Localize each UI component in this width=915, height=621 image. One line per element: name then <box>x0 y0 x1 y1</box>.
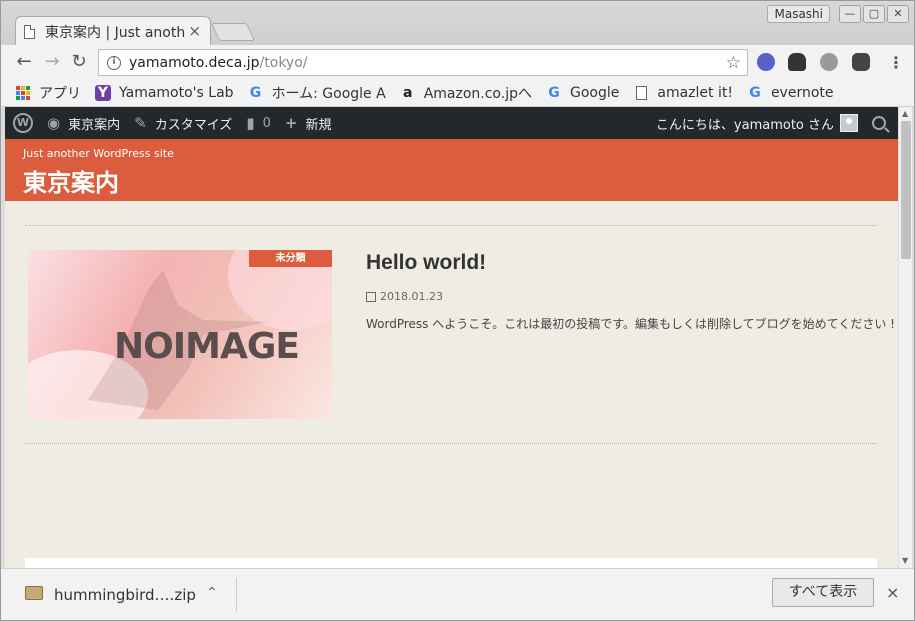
close-icon[interactable]: × <box>886 583 899 602</box>
show-all-button[interactable]: すべて表示 <box>772 578 874 607</box>
extension-dots-icon[interactable] <box>820 53 838 71</box>
y-icon: Y <box>95 84 111 101</box>
extension-globe-icon[interactable] <box>757 53 775 71</box>
divider <box>25 225 877 226</box>
post-thumbnail[interactable]: NOIMAGE <box>28 250 332 419</box>
tab-close-icon[interactable]: × <box>188 22 201 40</box>
apps-grid-icon <box>15 85 31 101</box>
scroll-down-icon[interactable]: ▼ <box>902 556 908 565</box>
brush-icon: ✎ <box>134 114 147 132</box>
dashboard-icon: ◉ <box>47 114 61 132</box>
zip-file-icon <box>25 586 43 600</box>
maximize-button[interactable]: ▢ <box>863 5 885 23</box>
bookmark-label: evernote <box>770 84 834 101</box>
scroll-thumb[interactable] <box>901 121 911 259</box>
evernote-extension-icon[interactable] <box>852 53 870 71</box>
bookmark-label: Amazon.co.jpへ <box>423 85 532 102</box>
site-tagline: Just another WordPress site <box>23 147 174 160</box>
bookmark-google[interactable]: G Google <box>546 85 619 101</box>
profile-chip[interactable]: Masashi <box>767 5 830 23</box>
download-shelf: hummingbird….zip ⌃ すべて表示 × <box>1 568 914 620</box>
extension-cloud-icon[interactable] <box>788 53 806 71</box>
tab-active[interactable]: 東京案内 | Just another WordPress site × <box>15 16 211 46</box>
calendar-icon <box>366 291 376 302</box>
bookmark-evernote[interactable]: G evernote <box>747 84 834 101</box>
tab-strip: 東京案内 | Just another WordPress site × Mas… <box>1 1 914 46</box>
post-date-value: 2018.01.23 <box>380 290 443 303</box>
doc-icon <box>633 85 649 101</box>
post-title[interactable]: Hello world! <box>366 251 486 275</box>
bookmarks-bar: アプリ Y Yamamoto's Lab G ホーム: Google A a A… <box>1 79 914 107</box>
no-image-text: NOIMAGE <box>114 326 300 367</box>
admin-customize[interactable]: ✎ カスタマイズ <box>134 114 232 133</box>
admin-new[interactable]: + 新規 <box>285 114 332 133</box>
page-icon <box>24 24 35 39</box>
address-bar[interactable]: i yamamoto.deca.jp/tokyo/ ☆ <box>98 49 748 76</box>
category-badge[interactable]: 未分類 <box>249 250 332 267</box>
bookmark-google-home[interactable]: G ホーム: Google A <box>248 83 386 103</box>
url-path: /tokyo/ <box>259 54 308 71</box>
minimize-button[interactable]: — <box>839 5 861 23</box>
chevron-up-icon[interactable]: ⌃ <box>206 585 218 601</box>
post-excerpt: WordPress へようこそ。これは最初の投稿です。編集もしくは削除してブログ… <box>366 317 895 331</box>
back-icon[interactable]: ← <box>13 51 35 73</box>
bookmark-label: ホーム: Google A <box>271 85 386 102</box>
google-icon: G <box>249 84 262 101</box>
site-header: Just another WordPress site 東京案内 <box>5 139 898 201</box>
scroll-up-icon[interactable]: ▲ <box>902 109 908 118</box>
wp-admin-bar: W ◉ 東京案内 ✎ カスタマイズ ▮ 0 + 新規 こんにちは、yamamot… <box>5 107 898 139</box>
bookmark-apps[interactable]: アプリ <box>15 83 81 103</box>
shelf-divider <box>236 578 237 612</box>
bookmark-yamamotos-lab[interactable]: Y Yamamoto's Lab <box>95 84 234 101</box>
google-icon: G <box>548 84 560 101</box>
browser-toolbar: ← → ↻ i yamamoto.deca.jp/tokyo/ ☆ ⋮ <box>1 45 914 79</box>
admin-comments-count: 0 <box>262 115 271 131</box>
close-window-button[interactable]: ✕ <box>887 5 909 23</box>
admin-customize-label: カスタマイズ <box>154 117 233 133</box>
amazon-icon: a <box>402 84 413 101</box>
site-title[interactable]: 東京案内 <box>23 163 119 198</box>
info-icon[interactable]: i <box>107 55 121 70</box>
new-tab-button[interactable] <box>210 23 256 41</box>
download-filename[interactable]: hummingbird….zip <box>54 586 196 604</box>
google-icon: G <box>749 84 761 101</box>
bookmark-amazon[interactable]: a Amazon.co.jpへ <box>400 83 532 103</box>
browser-menu-icon[interactable]: ⋮ <box>888 53 904 72</box>
admin-greeting[interactable]: こんにちは、yamamoto さん <box>656 114 834 133</box>
content-card <box>25 558 877 568</box>
browser-window: 東京案内 | Just another WordPress site × Mas… <box>0 0 915 621</box>
reload-icon[interactable]: ↻ <box>68 51 90 73</box>
wordpress-logo-icon[interactable]: W <box>13 113 33 133</box>
bookmark-label: アプリ <box>39 85 81 102</box>
page-viewport: W ◉ 東京案内 ✎ カスタマイズ ▮ 0 + 新規 こんにちは、yamamot… <box>5 107 898 568</box>
bookmark-label: amazlet it! <box>657 84 733 101</box>
avatar[interactable] <box>840 114 858 132</box>
bookmark-star-icon[interactable]: ☆ <box>726 53 741 73</box>
comment-icon: ▮ <box>246 114 255 132</box>
url-host: yamamoto.deca.jp <box>129 54 260 71</box>
search-icon[interactable] <box>872 116 886 130</box>
bookmark-label: Google <box>569 84 620 101</box>
admin-account-area: こんにちは、yamamoto さん <box>656 107 886 139</box>
post-date: 2018.01.23 <box>366 290 443 303</box>
admin-new-label: 新規 <box>305 117 332 133</box>
plus-icon: + <box>284 114 298 132</box>
admin-site-name[interactable]: ◉ 東京案内 <box>47 114 120 133</box>
divider <box>25 443 877 444</box>
admin-site-name-label: 東京案内 <box>68 117 121 133</box>
admin-comments[interactable]: ▮ 0 <box>246 114 271 132</box>
forward-icon[interactable]: → <box>41 51 63 73</box>
tab-title: 東京案内 | Just another WordPress site <box>45 24 185 41</box>
bookmark-label: Yamamoto's Lab <box>119 84 234 101</box>
bookmark-amazlet[interactable]: amazlet it! <box>633 85 733 101</box>
page-scrollbar[interactable]: ▲ ▼ <box>898 107 912 568</box>
